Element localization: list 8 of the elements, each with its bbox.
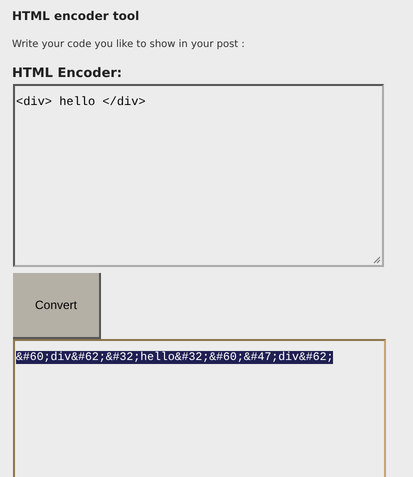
convert-button[interactable]: Convert [13,273,101,339]
instructions-text: Write your code you like to show in your post : [12,38,246,51]
output-text: &#60;div&#62;&#32;hello&#32;&#60;&#47;div&#62; [16,351,334,364]
tool-title: HTML encoder tool [12,9,140,24]
input-field[interactable]: <div> hello </div> [13,84,384,267]
resize-grip-icon[interactable] [373,256,381,264]
output-field[interactable]: &#60;div&#62;&#32;hello&#32;&#60;&#47;div&#62; [13,339,386,477]
encoder-label: HTML Encoder: [12,66,123,82]
